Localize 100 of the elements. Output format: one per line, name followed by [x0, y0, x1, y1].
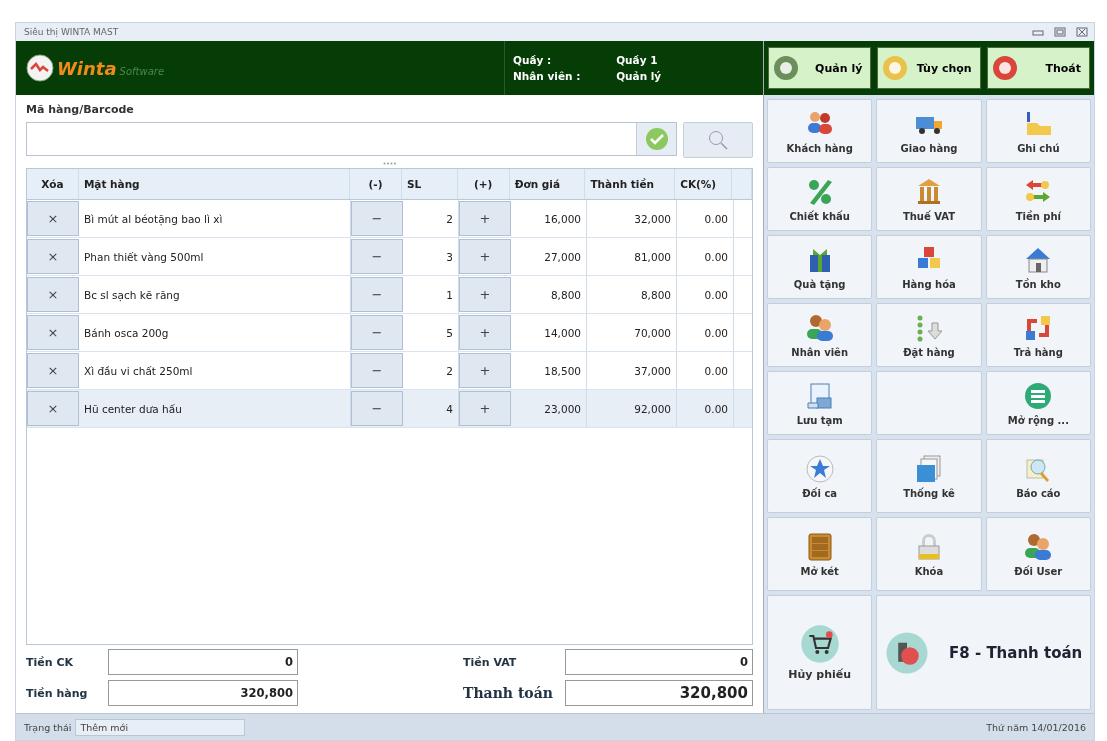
- toolbar-button[interactable]: Tùy chọn: [877, 47, 981, 89]
- table-cell: 8,800: [511, 276, 587, 313]
- search-icon: [707, 129, 729, 151]
- goods-total-label: Tiền hàng: [26, 686, 89, 700]
- decrease-button[interactable]: −: [351, 353, 403, 388]
- pay-button[interactable]: F8 - Thanh toán: [876, 595, 1091, 710]
- increase-button[interactable]: +: [459, 353, 511, 388]
- delete-button[interactable]: ×: [27, 201, 79, 236]
- table-row[interactable]: × Bc sl sạch kẽ răng − 1 + 8,800 8,800 0.00: [27, 276, 752, 314]
- table-row[interactable]: × Hũ center dưa hấu − 4 + 23,000 92,000 0.00: [27, 390, 752, 428]
- delete-button[interactable]: ×: [27, 315, 79, 350]
- function-button[interactable]: Đối User: [985, 517, 1091, 591]
- round-icon: [773, 55, 799, 81]
- people-icon: [1023, 531, 1054, 562]
- function-button[interactable]: Mở rộng ...: [985, 371, 1091, 435]
- decrease-button[interactable]: −: [351, 239, 403, 274]
- table-row[interactable]: × Bánh osca 200g − 5 + 14,000 70,000 0.00: [27, 314, 752, 352]
- close-icon[interactable]: [1076, 27, 1088, 37]
- vat-field: 0: [565, 649, 753, 675]
- window-title: Siêu thị WINTA MAST: [24, 27, 119, 37]
- table-cell: 0.00: [677, 390, 734, 427]
- table-row[interactable]: × Phan thiết vàng 500ml − 3 + 27,000 81,000 0.00: [27, 238, 752, 276]
- delete-button[interactable]: ×: [27, 239, 79, 274]
- column-header: Xóa: [27, 169, 79, 199]
- table-cell: 81,000: [587, 238, 677, 275]
- column-header: Đơn giá: [509, 169, 586, 199]
- barcode-label: Mã hàng/Barcode: [26, 103, 135, 116]
- function-button[interactable]: Khách hàng: [767, 99, 873, 163]
- payment-field: 320,800: [565, 680, 753, 706]
- status-label: Trạng thái: [24, 721, 72, 733]
- function-button[interactable]: Đối ca: [767, 439, 873, 513]
- logo-text: Winta: [57, 57, 117, 79]
- function-button[interactable]: Chiết khấu: [767, 167, 873, 231]
- splitter-handle[interactable]: [382, 161, 397, 165]
- status-value: Thêm mới: [75, 718, 246, 736]
- function-button[interactable]: Mở két: [767, 517, 873, 591]
- payment-label: Thanh toán: [463, 685, 553, 701]
- function-button[interactable]: Lưu tạm: [767, 371, 873, 435]
- decrease-button[interactable]: −: [351, 277, 403, 312]
- round-icon: [882, 55, 909, 81]
- table-cell: 0.00: [677, 238, 734, 275]
- increase-button[interactable]: +: [459, 391, 511, 426]
- function-button[interactable]: Tiền phí: [985, 167, 1091, 231]
- decrease-button[interactable]: −: [351, 391, 403, 426]
- function-button[interactable]: Nhân viên: [767, 303, 873, 367]
- function-button[interactable]: Giao hàng: [876, 99, 982, 163]
- logo-subtitle: Software: [119, 65, 165, 77]
- status-date: Thứ năm 14/01/2016: [986, 721, 1086, 733]
- minimize-icon[interactable]: [1032, 27, 1044, 37]
- column-header: CK(%): [675, 169, 733, 199]
- function-button[interactable]: Khóa: [876, 517, 982, 591]
- function-button[interactable]: Quà tặng: [767, 235, 873, 299]
- table-cell: 16,000: [511, 200, 587, 237]
- column-header: (+): [457, 169, 510, 199]
- increase-button[interactable]: +: [459, 239, 511, 274]
- function-button[interactable]: Trả hàng: [985, 303, 1091, 367]
- table-cell: 37,000: [587, 352, 677, 389]
- delete-button[interactable]: ×: [27, 391, 79, 426]
- table-cell: 0.00: [677, 314, 734, 351]
- toolbar-button[interactable]: Quản lý: [768, 47, 872, 89]
- counter-value: Quầy 1: [616, 54, 659, 66]
- cart-icon: [799, 624, 840, 664]
- column-header: SL: [401, 169, 458, 199]
- table-cell: 14,000: [511, 314, 587, 351]
- decrease-button[interactable]: −: [351, 201, 403, 236]
- check-icon: [644, 127, 669, 151]
- table-cell: 23,000: [511, 390, 587, 427]
- increase-button[interactable]: +: [459, 315, 511, 350]
- table-row[interactable]: × Bì mút al béotặng bao lì xì − 2 + 16,000 32,000 0.00: [27, 200, 752, 238]
- column-header: (-): [350, 169, 402, 199]
- discount-label: Tiền CK: [26, 655, 74, 669]
- people-icon: [804, 312, 835, 343]
- function-button[interactable]: Tồn kho: [985, 235, 1091, 299]
- table-cell: 0.00: [677, 200, 734, 237]
- column-header: Mặt hàng: [78, 169, 351, 199]
- confirm-button[interactable]: [636, 123, 676, 155]
- function-button[interactable]: Hàng hóa: [876, 235, 982, 299]
- toolbar-button[interactable]: Thoát: [986, 47, 1090, 89]
- search-button[interactable]: [683, 122, 753, 158]
- increase-button[interactable]: +: [459, 277, 511, 312]
- cancel-button[interactable]: Hủy phiếu: [767, 595, 873, 710]
- function-button[interactable]: Thuế VAT: [876, 167, 982, 231]
- documents-icon: [914, 453, 944, 484]
- increase-button[interactable]: +: [459, 201, 511, 236]
- decrease-button[interactable]: −: [351, 315, 403, 350]
- table-cell: 0.00: [677, 352, 734, 389]
- delete-button[interactable]: ×: [27, 353, 79, 388]
- function-button[interactable]: Đặt hàng: [876, 303, 982, 367]
- function-button[interactable]: Ghi chú: [985, 99, 1091, 163]
- table-cell: 8,800: [587, 276, 677, 313]
- table-cell: 18,500: [511, 352, 587, 389]
- table-row[interactable]: × Xì đầu vi chất 250ml − 2 + 18,500 37,000 0.00: [27, 352, 752, 390]
- delete-button[interactable]: ×: [27, 277, 79, 312]
- maximize-icon[interactable]: [1054, 27, 1066, 37]
- function-button[interactable]: Báo cáo: [985, 439, 1091, 513]
- round-icon: [991, 55, 1018, 81]
- discount-field: 0: [108, 649, 298, 675]
- function-button[interactable]: Thống kê: [876, 439, 982, 513]
- vat-label: Tiền VAT: [463, 655, 518, 669]
- barcode-field[interactable]: [26, 122, 677, 156]
